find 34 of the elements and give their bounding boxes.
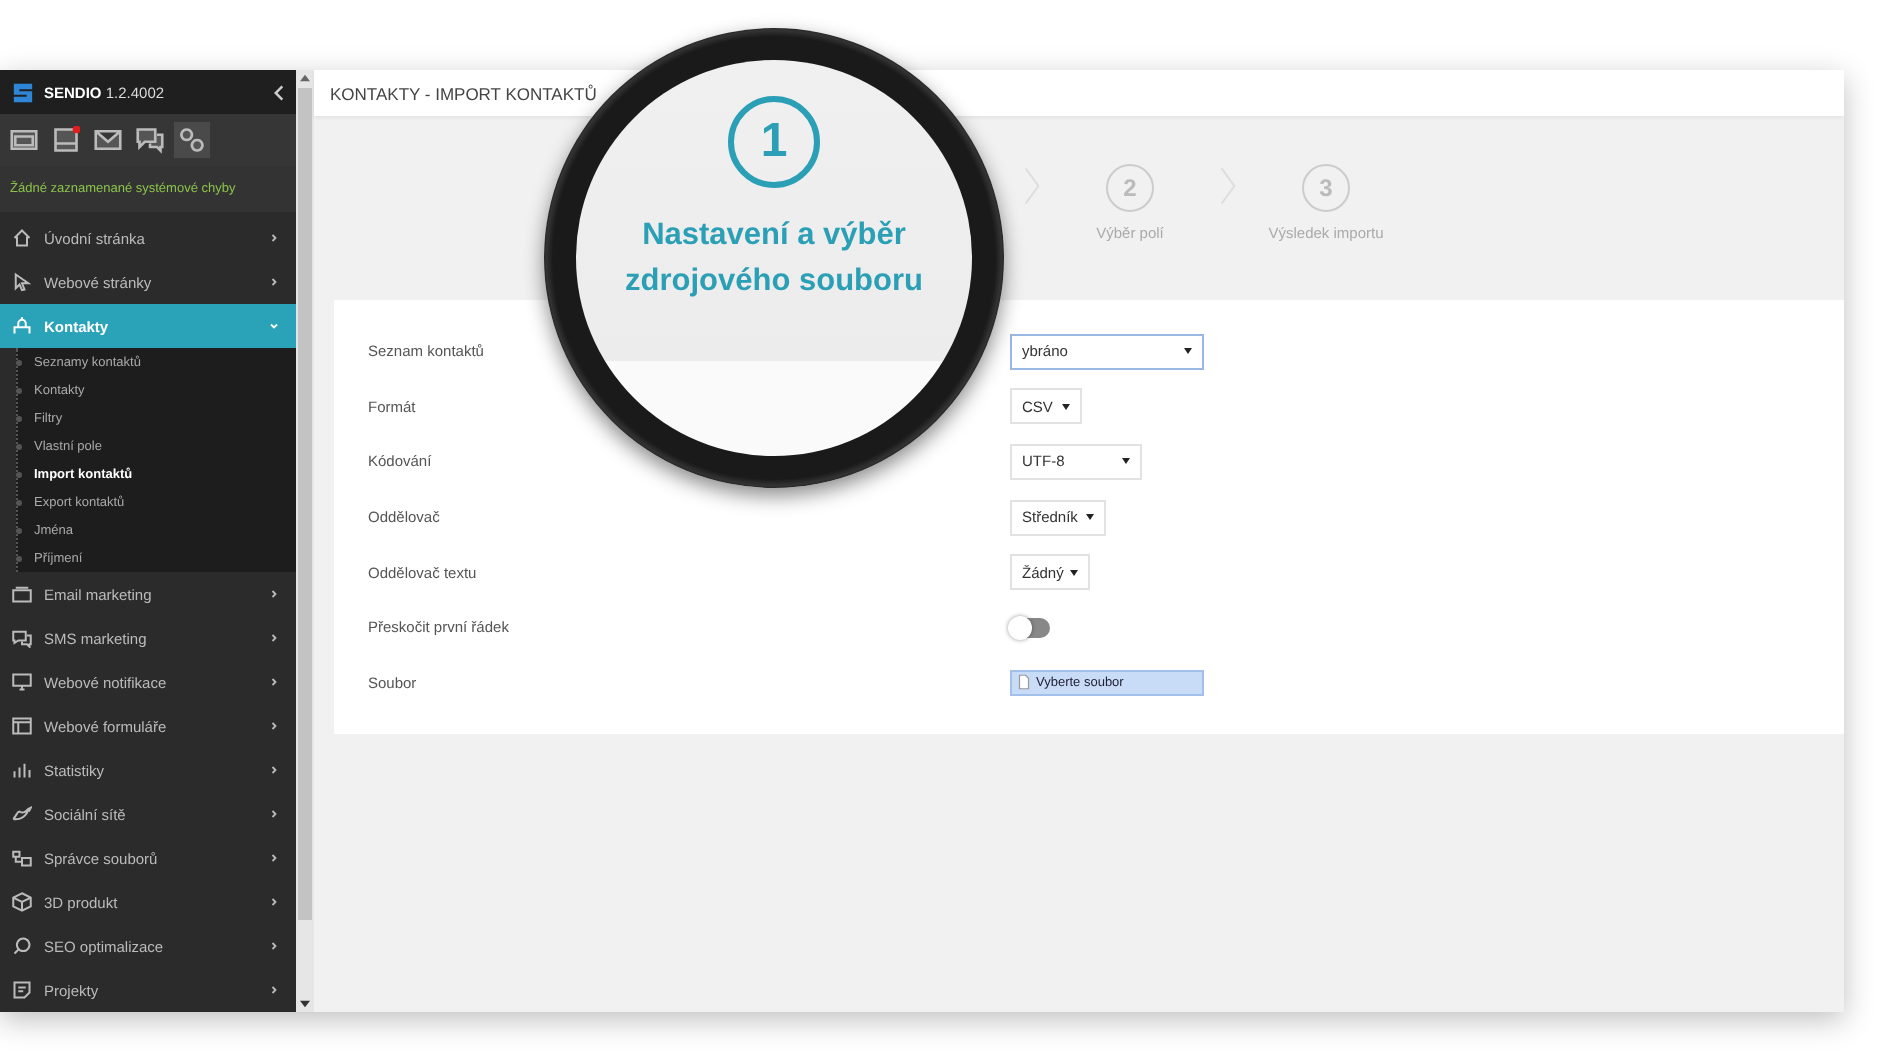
step-label: Nastavení a výběr zdrojového souboru: [623, 216, 925, 302]
toggle-switch[interactable]: [1010, 617, 1050, 638]
chat-icon[interactable]: [132, 122, 168, 158]
chevron-icon: [268, 632, 280, 644]
note-icon: [12, 980, 32, 1000]
chevron-icon: [268, 808, 280, 820]
logo-icon: [12, 79, 34, 105]
file-icon: [1018, 674, 1030, 691]
scrollbar[interactable]: [296, 70, 314, 1012]
collapse-icon[interactable]: [274, 83, 284, 101]
search-icon: [12, 936, 32, 956]
cube-icon: [12, 892, 32, 912]
folders-icon: [12, 848, 32, 868]
form-icon: [12, 716, 32, 736]
step-number: 1: [728, 96, 820, 188]
scroll-up-icon[interactable]: [300, 74, 310, 82]
chat-icon: [12, 628, 32, 648]
chevron-icon: [268, 676, 280, 688]
chevron-icon: [268, 940, 280, 952]
chevron-icon: [268, 896, 280, 908]
chevron-icon: [268, 588, 280, 600]
chevron-icon: [268, 232, 280, 244]
bar-chart-icon: [12, 760, 32, 780]
page-title: KONTAKTY - IMPORT KONTAKTŮ: [330, 83, 597, 103]
scroll-down-icon[interactable]: [300, 1000, 310, 1008]
chevron-icon: [268, 320, 280, 332]
chevron-icon: [268, 984, 280, 996]
chevron-icon: [268, 764, 280, 776]
chevron-icon: [268, 720, 280, 732]
home-icon: [12, 228, 32, 248]
cursor-icon: [12, 272, 32, 292]
monitor-icon: [12, 672, 32, 692]
chevron-icon: [268, 276, 280, 288]
chevron-icon: [268, 852, 280, 864]
